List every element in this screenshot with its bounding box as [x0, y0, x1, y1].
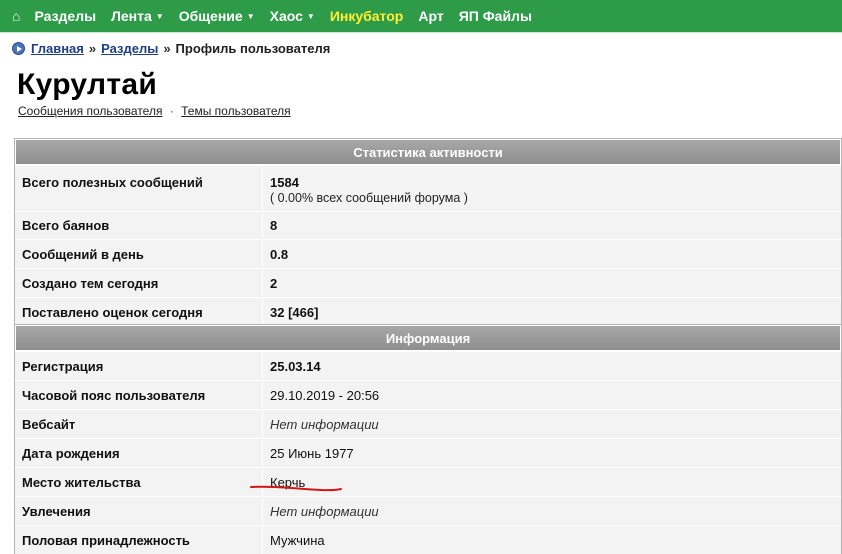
- table-row: Создано тем сегодня 2: [15, 268, 841, 297]
- row-label: Половая принадлежность: [15, 526, 263, 554]
- table-row: Регистрация 25.03.14: [15, 351, 841, 380]
- information-table: Информация Регистрация 25.03.14 Часовой …: [14, 324, 842, 554]
- breadcrumb-separator: »: [88, 41, 97, 56]
- nav-item-chaos[interactable]: Хаос ▼: [270, 8, 315, 24]
- breadcrumb-separator: »: [163, 41, 171, 56]
- row-value: 32 [466]: [270, 304, 319, 320]
- nav-item-sections[interactable]: Разделы: [34, 8, 96, 24]
- row-value: Нет информации: [270, 503, 379, 519]
- row-label: Регистрация: [15, 352, 263, 380]
- table-row: Часовой пояс пользователя 29.10.2019 - 2…: [15, 380, 841, 409]
- nav-item-communication[interactable]: Общение ▼: [179, 8, 255, 24]
- row-label: Всего баянов: [15, 212, 263, 239]
- chevron-down-icon: ▼: [155, 11, 164, 21]
- row-value: Мужчина: [270, 532, 325, 548]
- top-navigation: ⌂ Разделы Лента ▼ Общение ▼ Хаос ▼ Инкубато…: [0, 0, 842, 33]
- page-title: Курултай: [17, 68, 158, 101]
- table-row: Место жительства Керчь: [15, 467, 841, 496]
- row-label: Поставлено оценок сегодня: [15, 298, 263, 326]
- row-label: Сообщений в день: [15, 240, 263, 268]
- user-topics-link[interactable]: Темы пользователя: [181, 104, 291, 118]
- user-links: Сообщения пользователя · Темы пользовате…: [18, 104, 291, 118]
- row-label: Часовой пояс пользователя: [15, 381, 263, 409]
- breadcrumb-home-link[interactable]: Главная: [31, 41, 84, 56]
- table-row: Сообщений в день 0.8: [15, 239, 841, 268]
- nav-item-feed[interactable]: Лента ▼: [111, 8, 164, 24]
- information-header: Информация: [15, 325, 841, 351]
- row-label: Дата рождения: [15, 439, 263, 467]
- table-row: Дата рождения 25 Июнь 1977: [15, 438, 841, 467]
- red-underline-annotation: [250, 485, 342, 492]
- table-row: Половая принадлежность Мужчина: [15, 525, 841, 554]
- chevron-down-icon: ▼: [246, 11, 255, 21]
- row-label: Увлечения: [15, 497, 263, 525]
- nav-item-art[interactable]: Арт: [418, 8, 443, 24]
- arrow-circle-icon: [12, 42, 25, 55]
- table-row: Увлечения Нет информации: [15, 496, 841, 525]
- activity-stats-header: Статистика активности: [15, 139, 841, 165]
- row-value: Нет информации: [270, 416, 379, 432]
- row-value: 25 Июнь 1977: [270, 445, 354, 461]
- row-value: 2: [270, 275, 278, 291]
- link-separator: ·: [169, 104, 174, 118]
- row-value: 25.03.14: [270, 358, 321, 374]
- nav-item-incubator[interactable]: Инкубатор: [330, 8, 404, 24]
- nav-item-files[interactable]: ЯП Файлы: [459, 8, 532, 24]
- breadcrumb-current: Профиль пользователя: [175, 41, 331, 56]
- row-value: Керчь: [270, 474, 306, 490]
- row-label: Вебсайт: [15, 410, 263, 438]
- row-value: 29.10.2019 - 20:56: [270, 387, 380, 403]
- table-row: Всего баянов 8: [15, 211, 841, 239]
- user-messages-link[interactable]: Сообщения пользователя: [18, 104, 162, 118]
- home-icon[interactable]: ⌂: [12, 8, 20, 24]
- breadcrumb: Главная » Разделы » Профиль пользователя: [12, 41, 330, 56]
- activity-stats-table: Статистика активности Всего полезных соо…: [14, 138, 842, 327]
- table-row: Всего полезных сообщений 1584 ( 0.00% вс…: [15, 165, 841, 211]
- row-label: Создано тем сегодня: [15, 269, 263, 297]
- table-row: Поставлено оценок сегодня 32 [466]: [15, 297, 841, 326]
- chevron-down-icon: ▼: [306, 11, 315, 21]
- row-value: 1584 ( 0.00% всех сообщений форума ): [263, 166, 841, 211]
- row-value: 8: [270, 218, 278, 233]
- row-label: Всего полезных сообщений: [15, 166, 263, 211]
- row-value: 0.8: [270, 246, 289, 262]
- breadcrumb-sections-link[interactable]: Разделы: [101, 41, 158, 56]
- row-subvalue: ( 0.00% всех сообщений форума ): [270, 191, 468, 205]
- table-row: Вебсайт Нет информации: [15, 409, 841, 438]
- row-label: Место жительства: [15, 468, 263, 496]
